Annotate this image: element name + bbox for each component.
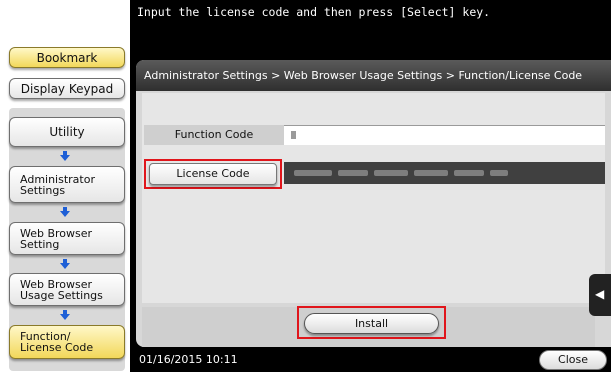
license-code-redacted: [338, 170, 368, 176]
license-code-redacted: [454, 170, 484, 176]
main-area: Administrator Settings > Web Browser Usa…: [130, 30, 611, 372]
settings-panel: Administrator Settings > Web Browser Usa…: [136, 60, 611, 347]
close-button[interactable]: Close: [539, 350, 607, 370]
license-code-redacted: [294, 170, 332, 176]
sidebar: Bookmark Display Keypad Utility Administ…: [0, 0, 130, 372]
text-cursor: [291, 131, 296, 139]
arrow-left-icon: ◀: [595, 287, 605, 301]
install-button[interactable]: Install: [304, 313, 439, 334]
instruction-bar: Input the license code and then press [S…: [130, 0, 611, 30]
instruction-text: Input the license code and then press [S…: [137, 5, 491, 19]
arrow-down-icon: [60, 151, 70, 161]
nav-admin-line2: Settings: [20, 183, 66, 197]
arrow-down-icon: [60, 207, 70, 217]
panel-toggle[interactable]: ◀: [589, 274, 611, 316]
license-code-redacted: [414, 170, 448, 176]
nav-function-line2: License Code: [20, 341, 94, 354]
bookmark-button[interactable]: Bookmark: [9, 47, 125, 68]
license-code-row: License Code: [144, 159, 611, 189]
nav-web-browser-setting-button[interactable]: Web Browser Setting: [9, 222, 125, 255]
arrow-down-icon: [60, 259, 70, 269]
nav-web-browser-usage-settings-button[interactable]: Web Browser Usage Settings: [9, 273, 125, 306]
arrow-down-icon: [60, 310, 70, 320]
datetime: 01/16/2015 10:11: [139, 353, 238, 366]
breadcrumb: Administrator Settings > Web Browser Usa…: [136, 60, 611, 91]
license-code-redacted: [490, 170, 508, 176]
license-code-redacted: [374, 170, 408, 176]
status-footer: 01/16/2015 10:11 Close: [130, 348, 611, 372]
display-keypad-button[interactable]: Display Keypad: [9, 78, 125, 99]
nav-web-line2: Setting: [20, 237, 60, 251]
nav-usage-line2: Usage Settings: [20, 288, 103, 302]
nav-function-license-code-button[interactable]: Function/License Code: [9, 325, 125, 359]
nav-utility-button[interactable]: Utility: [9, 117, 125, 147]
nav-administrator-settings-button[interactable]: Administrator Settings: [9, 166, 125, 203]
function-code-field[interactable]: [284, 125, 605, 145]
license-code-button[interactable]: License Code: [149, 163, 277, 185]
function-code-label: Function Code: [144, 125, 284, 145]
license-code-field[interactable]: [284, 162, 605, 184]
function-code-row: Function Code: [144, 125, 611, 145]
